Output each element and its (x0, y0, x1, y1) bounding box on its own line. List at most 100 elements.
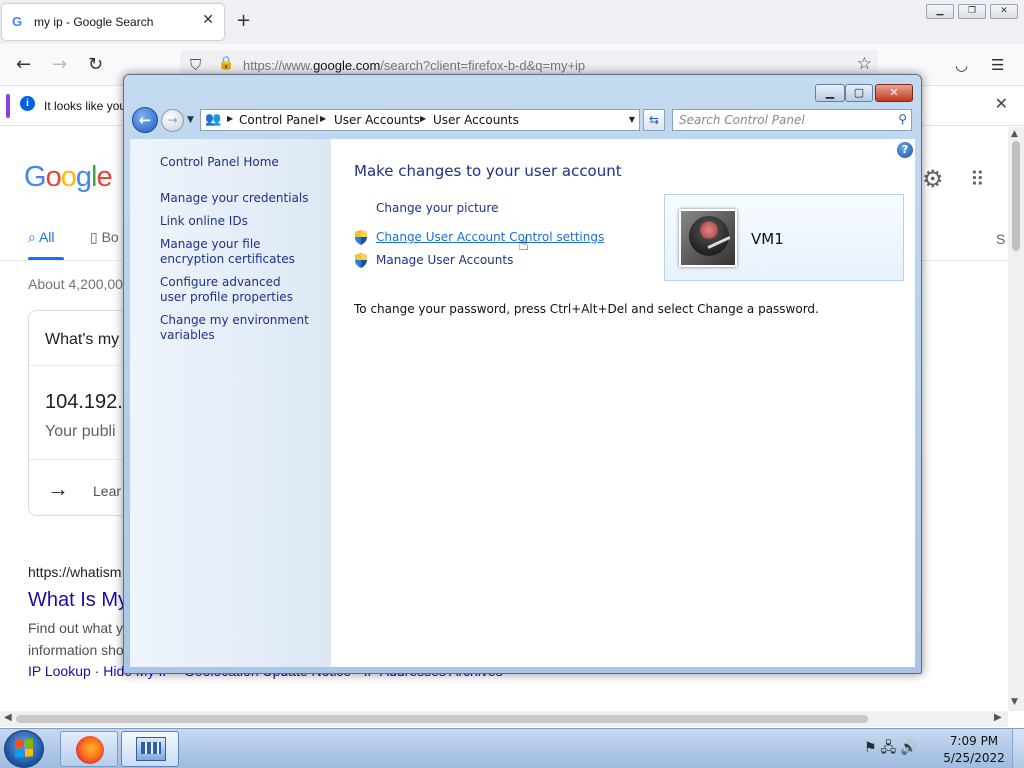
scroll-right-icon[interactable]: ▶ (994, 712, 1002, 723)
result-snippet: Find out what y (28, 620, 123, 636)
url-text[interactable]: https://www.google.com/search?client=fir… (243, 58, 585, 73)
reload-button[interactable]: ↻ (88, 54, 103, 75)
start-button[interactable] (4, 730, 44, 768)
result-url[interactable]: https://whatism (28, 564, 121, 580)
volume-icon[interactable]: 🔊 (900, 740, 921, 756)
link-manage-credentials[interactable]: Manage your credentials (160, 191, 309, 206)
close-window-button[interactable]: ✕ (990, 4, 1018, 19)
browser-tab-bar: G my ip - Google Search ✕ + ▁ ❐ ✕ (0, 0, 1024, 44)
taskbar-firefox[interactable] (60, 731, 118, 767)
show-desktop-button[interactable] (1012, 729, 1024, 768)
back-button[interactable]: ← (16, 54, 31, 75)
google-logo[interactable]: Google (24, 161, 113, 194)
lock-icon[interactable]: 🔒 (218, 56, 234, 71)
tab-books[interactable]: ▯ Bo (90, 229, 119, 246)
uac-shield-icon (355, 253, 367, 268)
task-manage-user-accounts[interactable]: Manage User Accounts (376, 253, 513, 267)
cp-maximize-button[interactable]: ▢ (845, 84, 873, 102)
link-file-encryption[interactable]: Manage your file encryption certificates (160, 237, 320, 267)
clock-time[interactable]: 7:09 PM (944, 734, 1004, 748)
restore-button[interactable]: ❐ (958, 4, 986, 19)
cp-forward-button[interactable]: → (161, 109, 184, 132)
tracking-protection-icon[interactable]: ⛉ (190, 56, 201, 74)
tab-title: my ip - Google Search (34, 15, 154, 29)
link-control-panel-home[interactable]: Control Panel Home (160, 155, 279, 170)
results-count: About 4,200,00 (28, 276, 123, 292)
apps-grid-icon[interactable]: ⠿ (970, 167, 985, 192)
clock-date[interactable]: 5/25/2022 (940, 751, 1008, 765)
task-change-uac-settings[interactable]: Change User Account Control settings (376, 230, 604, 244)
chevron-right-icon[interactable]: ▶ (420, 114, 426, 123)
minimize-button[interactable]: ▁ (926, 4, 954, 19)
taskbar-control-panel[interactable] (121, 731, 179, 767)
notice-close-icon[interactable]: ✕ (995, 94, 1008, 113)
users-icon: 👥 (205, 112, 222, 127)
control-panel-icon (136, 737, 166, 761)
breadcrumb-control-panel[interactable]: Control Panel (239, 113, 319, 127)
ip-address: 104.192. (45, 391, 123, 413)
tab-all[interactable]: ⌕ All (28, 229, 55, 246)
page-title: Make changes to your user account (354, 162, 622, 180)
user-name: VM1 (751, 230, 784, 248)
notice-text: It looks like you (44, 99, 127, 113)
scroll-thumb[interactable] (16, 715, 868, 723)
help-icon[interactable]: ? (897, 142, 913, 158)
cp-back-button[interactable]: ← (132, 107, 158, 133)
cp-close-button[interactable]: ✕ (875, 84, 913, 102)
windows-logo-icon (15, 738, 33, 758)
learn-more-link[interactable]: Lear (93, 483, 121, 499)
chevron-right-icon[interactable]: ▶ (227, 114, 233, 123)
info-icon: i (20, 96, 35, 111)
task-change-picture[interactable]: Change your picture (376, 201, 498, 215)
link-advanced-profile[interactable]: Configure advanced user profile properti… (160, 275, 310, 305)
ip-caption: Your publi (45, 423, 116, 440)
avatar[interactable] (679, 209, 737, 267)
cp-search-input[interactable] (679, 113, 879, 127)
result-snippet: information sho (28, 642, 124, 658)
google-favicon-icon: G (12, 14, 23, 29)
scroll-down-icon[interactable]: ▼ (1011, 697, 1018, 707)
search-icon[interactable]: ⚲ (898, 112, 907, 126)
logo-letter: o (45, 161, 62, 193)
logo-letter: G (24, 161, 47, 193)
system-tray[interactable]: ⚑🖧🔊 (864, 737, 922, 761)
password-instructions: To change your password, press Ctrl+Alt+… (354, 302, 819, 316)
cp-content: ? Make changes to your user account Chan… (331, 139, 915, 667)
scroll-up-icon[interactable]: ▲ (1011, 129, 1018, 139)
link-environment-variables[interactable]: Change my environment variables (160, 313, 310, 343)
pocket-icon[interactable]: ◡ (955, 56, 968, 74)
result-title-link[interactable]: What Is My (28, 589, 128, 612)
scroll-thumb[interactable] (1012, 141, 1020, 251)
recent-pages-icon[interactable]: ▼ (187, 115, 194, 125)
cp-minimize-button[interactable]: ▁ (815, 84, 845, 102)
forward-button[interactable]: → (52, 54, 67, 75)
user-account-tile: VM1 (664, 194, 904, 281)
hand-cursor-icon: ☝ (518, 234, 529, 255)
cp-search-box[interactable]: ⚲ (672, 109, 912, 131)
logo-letter: g (75, 161, 92, 193)
chevron-right-icon[interactable]: ▶ (320, 114, 326, 123)
scroll-left-icon[interactable]: ◀ (4, 712, 12, 723)
horizontal-scrollbar[interactable]: ◀ ▶ (0, 711, 1008, 727)
chevron-down-icon[interactable]: ▼ (629, 115, 635, 124)
taskbar: ⚑🖧🔊 7:09 PM 5/25/2022 (0, 728, 1024, 768)
logo-letter: o (60, 161, 77, 193)
link-online-ids[interactable]: Link online IDs (160, 214, 248, 229)
tab-more[interactable]: S (996, 231, 1005, 247)
gear-icon[interactable]: ⚙ (922, 165, 944, 194)
refresh-button[interactable]: ⇆ (643, 109, 665, 131)
new-tab-button[interactable]: + (236, 10, 251, 31)
breadcrumb[interactable]: 👥 ▶ Control Panel ▶ User Accounts ▶ User… (200, 109, 640, 131)
network-icon[interactable]: 🖧 (881, 740, 901, 756)
arrow-right-icon[interactable]: → (47, 476, 69, 502)
tab-close-icon[interactable]: ✕ (202, 12, 214, 28)
bookmark-star-icon[interactable]: ☆ (857, 54, 872, 74)
control-panel-window: ▁ ▢ ✕ ← → ▼ 👥 ▶ Control Panel ▶ User Acc… (123, 74, 922, 674)
breadcrumb-user-accounts-current[interactable]: User Accounts (433, 113, 519, 127)
logo-letter: e (96, 161, 112, 193)
breadcrumb-user-accounts[interactable]: User Accounts (334, 113, 420, 127)
menu-icon[interactable]: ☰ (991, 56, 1004, 74)
flag-alert-icon[interactable]: ⚑ (864, 740, 881, 756)
browser-tab-active[interactable]: G my ip - Google Search ✕ (2, 4, 224, 40)
vertical-scrollbar[interactable]: ▲ ▼ (1008, 127, 1024, 711)
